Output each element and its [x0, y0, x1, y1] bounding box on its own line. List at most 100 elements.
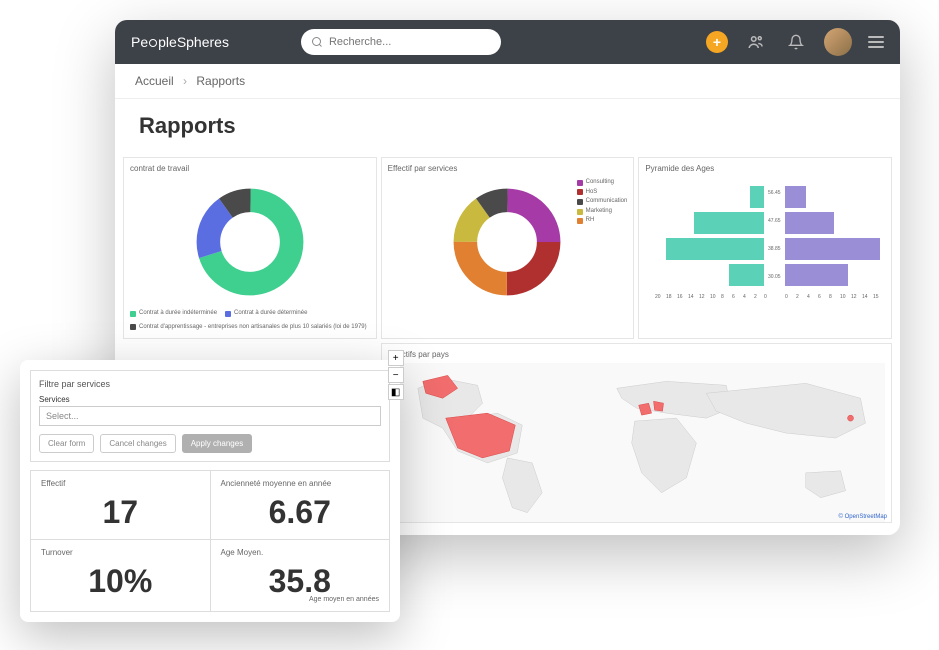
legend-item: Communication [577, 197, 628, 207]
svg-text:12: 12 [699, 294, 705, 300]
svg-text:0: 0 [785, 294, 788, 300]
svg-text:6: 6 [818, 294, 821, 300]
svg-text:8: 8 [829, 294, 832, 300]
kpi-title: Effectif [41, 479, 200, 488]
people-icon[interactable] [744, 30, 768, 54]
card-map: Effectifs par pays + − ◧ [381, 343, 892, 523]
legend-label: Contrat à durée indéterminée [139, 309, 217, 319]
svg-text:56.45: 56.45 [768, 190, 781, 196]
search-input[interactable] [301, 29, 501, 55]
header-actions: + [706, 28, 884, 56]
kpi-effectif: Effectif 17 [31, 471, 210, 539]
kpi-title: Turnover [41, 548, 200, 557]
legend-dot-icon [577, 218, 583, 224]
breadcrumb-current: Rapports [196, 74, 245, 88]
kpi-value: 10% [41, 563, 200, 600]
donut-chart-contract [130, 177, 370, 307]
select-placeholder: Select... [46, 411, 79, 421]
app-header: PepleSpheres + [115, 20, 900, 64]
legend-dot-icon [577, 189, 583, 195]
search-wrap [301, 29, 501, 55]
filter-card: Filtre par services Services Select... C… [30, 370, 390, 462]
card-title: Effectif par services [388, 164, 628, 173]
svg-text:4: 4 [743, 294, 746, 300]
legend-dot-icon [577, 180, 583, 186]
svg-text:2: 2 [796, 294, 799, 300]
legend-label: Contrat d'apprentissage - entreprises no… [139, 323, 367, 333]
kpi-title: Age Moyen. [221, 548, 380, 557]
apply-changes-button[interactable]: Apply changes [182, 434, 252, 453]
map-attribution: © OpenStreetMap [839, 514, 887, 520]
legend-label: Communication [586, 197, 628, 207]
filter-buttons: Clear form Cancel changes Apply changes [39, 434, 381, 453]
brand-part: Pe [131, 34, 148, 50]
card-contract: contrat de travail Contrat à durée indét… [123, 157, 377, 339]
legend-item: Contrat à durée déterminée [225, 309, 307, 319]
legend-label: Marketing [586, 207, 612, 217]
svg-text:14: 14 [862, 294, 868, 300]
svg-text:2: 2 [754, 294, 757, 300]
kpi-turnover: Turnover 10% [31, 540, 210, 611]
svg-text:8: 8 [721, 294, 724, 300]
kpi-value: 35.8 [221, 563, 380, 600]
legend-item: RH [577, 216, 628, 226]
kpi-title: Ancienneté moyenne en année [221, 479, 380, 488]
legend-label: Consulting [586, 178, 614, 188]
map-layers-button[interactable]: ◧ [388, 384, 404, 400]
cancel-changes-button[interactable]: Cancel changes [100, 434, 175, 453]
zoom-out-button[interactable]: − [388, 367, 404, 383]
brand-logo: PepleSpheres [131, 34, 229, 50]
filter-title: Filtre par services [39, 379, 381, 389]
kpi-age: Age Moyen. 35.8 Age moyen en années [211, 540, 390, 611]
card-services: Effectif par services Consulting HoS Com… [381, 157, 635, 339]
filter-field-label: Services [39, 395, 381, 404]
kpi-grid: Effectif 17 Ancienneté moyenne en année … [30, 470, 390, 612]
legend-label: RH [586, 216, 595, 226]
breadcrumb-home[interactable]: Accueil [135, 74, 174, 88]
brand-part: ple [158, 34, 177, 50]
svg-text:16: 16 [677, 294, 683, 300]
card-title: Effectifs par pays [388, 350, 885, 359]
clear-form-button[interactable]: Clear form [39, 434, 94, 453]
legend-services: Consulting HoS Communication Marketing R… [577, 178, 628, 226]
kpi-value: 6.67 [221, 494, 380, 531]
zoom-in-button[interactable]: + [388, 350, 404, 366]
legend-dot-icon [130, 324, 136, 330]
legend-item: HoS [577, 188, 628, 198]
card-pyramid: Pyramide des Ages 56.45 47.65 38.85 30.0… [638, 157, 892, 339]
svg-text:18: 18 [666, 294, 672, 300]
svg-text:14: 14 [688, 294, 694, 300]
svg-text:12: 12 [851, 294, 857, 300]
legend-item: Contrat d'apprentissage - entreprises no… [130, 323, 367, 333]
card-title: contrat de travail [130, 164, 370, 173]
legend-label: Contrat à durée déterminée [234, 309, 307, 319]
legend-label: HoS [586, 188, 598, 198]
add-button[interactable]: + [706, 31, 728, 53]
brand-part: Spheres [177, 34, 229, 50]
legend-item: Marketing [577, 207, 628, 217]
svg-text:6: 6 [732, 294, 735, 300]
services-select[interactable]: Select... [39, 406, 381, 426]
legend-contract: Contrat à durée indéterminée Contrat à d… [130, 307, 370, 332]
legend-item: Consulting [577, 178, 628, 188]
pyramid-chart: 56.45 47.65 38.85 30.05 [645, 177, 885, 307]
card-title: Pyramide des Ages [645, 164, 885, 173]
breadcrumb: Accueil › Rapports [115, 64, 900, 99]
brand-o-icon [149, 39, 157, 47]
chevron-right-icon: › [183, 74, 187, 88]
overlay-panel: Filtre par services Services Select... C… [20, 360, 400, 622]
legend-dot-icon [225, 311, 231, 317]
svg-text:20: 20 [655, 294, 661, 300]
svg-text:10: 10 [710, 294, 716, 300]
bell-icon[interactable] [784, 30, 808, 54]
svg-text:4: 4 [807, 294, 810, 300]
svg-text:0: 0 [764, 294, 767, 300]
legend-dot-icon [130, 311, 136, 317]
svg-text:15: 15 [873, 294, 879, 300]
user-avatar[interactable] [824, 28, 852, 56]
hamburger-icon[interactable] [868, 36, 884, 48]
page-title: Rapports [115, 99, 900, 157]
kpi-anciennete: Ancienneté moyenne en année 6.67 [211, 471, 390, 539]
svg-text:47.65: 47.65 [768, 218, 781, 224]
world-map[interactable] [388, 363, 885, 523]
